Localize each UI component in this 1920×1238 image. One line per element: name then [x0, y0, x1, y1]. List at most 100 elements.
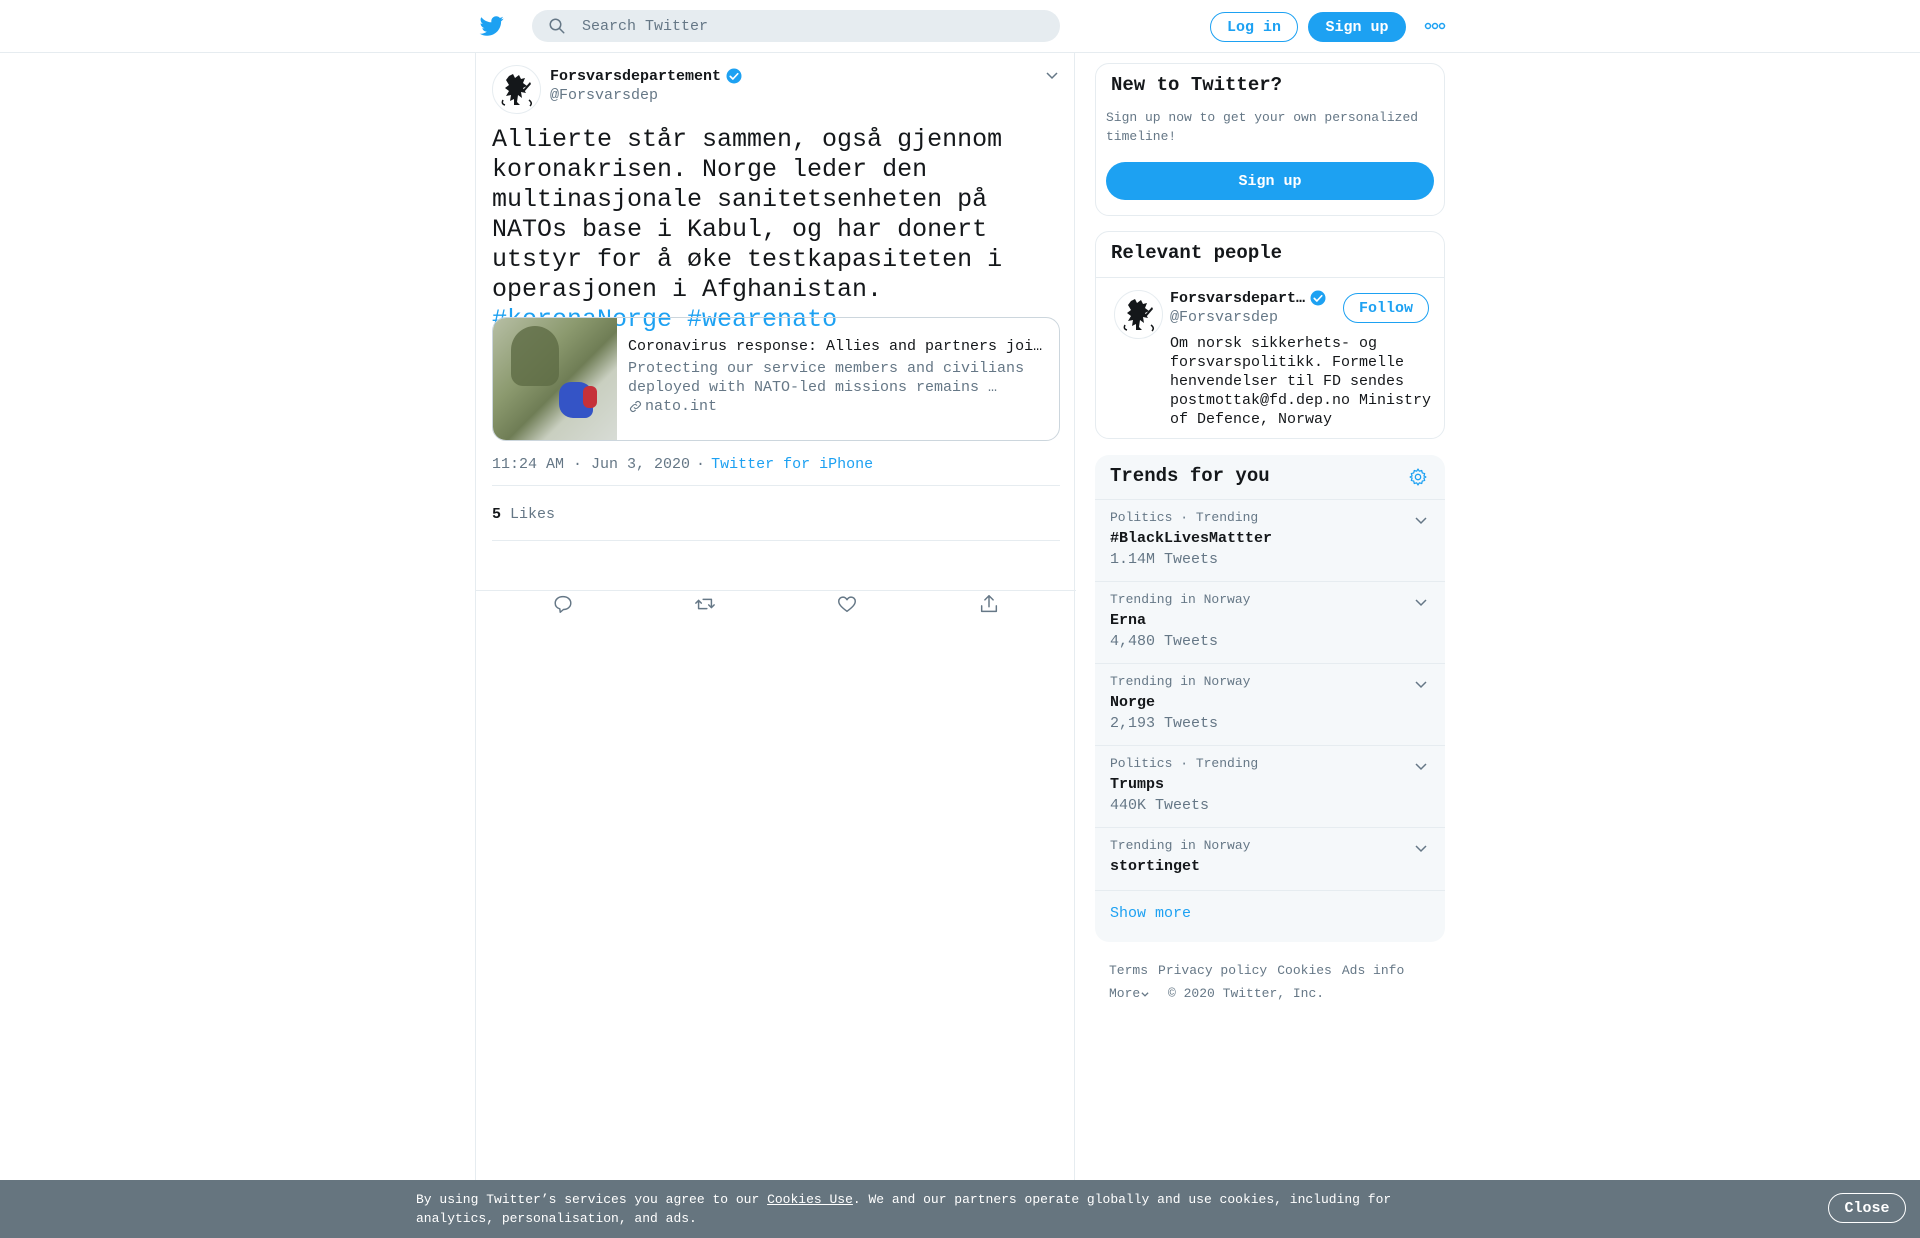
likes-count[interactable]: 5 Likes [492, 506, 555, 523]
author-handle[interactable]: @Forsvarsdep [550, 87, 658, 104]
person-name-text: Forsvarsdepart… [1170, 289, 1306, 307]
image-detail [511, 326, 559, 386]
trends-header: Trends for you [1095, 455, 1445, 500]
trend-context: Politics · Trending [1110, 510, 1259, 525]
search-bar[interactable] [532, 10, 1060, 42]
trend-context: Politics · Trending [1110, 756, 1259, 771]
chevron-down-icon[interactable] [1413, 594, 1429, 610]
tweet-body: Allierte står sammen, også gjennom koron… [492, 125, 1003, 304]
trend-context: Trending in Norway [1110, 838, 1251, 853]
trend-name: #BlackLivesMattter [1110, 530, 1273, 547]
trend-context: Trending in Norway [1110, 674, 1251, 689]
likes-label: Likes [510, 506, 556, 523]
chevron-down-icon[interactable] [1413, 840, 1429, 856]
tweet-column: Forsvarsdepartement @Forsvarsdep Alliert… [475, 53, 1076, 1238]
settings-gear-icon[interactable] [1408, 467, 1428, 487]
divider [492, 540, 1060, 541]
footer-link-ads[interactable]: Ads info [1342, 963, 1404, 978]
follow-button[interactable]: Follow [1343, 293, 1429, 323]
card-title: Coronavirus response: Allies and partner… [628, 338, 1043, 355]
tweet-meta: 11:24 AM · Jun 3, 2020 · Twitter for iPh… [492, 456, 873, 473]
more-dots-icon[interactable] [1424, 18, 1446, 34]
trend-context: Trending in Norway [1110, 592, 1251, 607]
top-bar: Log in Sign up [0, 0, 1920, 53]
divider [492, 485, 1060, 486]
verified-badge-icon [1310, 290, 1326, 306]
trend-name: Norge [1110, 694, 1156, 711]
share-icon[interactable] [978, 593, 1000, 615]
trend-name: Erna [1110, 612, 1147, 629]
author-name-text: Forsvarsdepartement [550, 67, 722, 85]
tweet-text: Allierte står sammen, også gjennom koron… [492, 125, 1062, 335]
new-to-twitter-description: Sign up now to get your own personalized… [1106, 110, 1419, 144]
divider [1096, 277, 1444, 278]
card-thumbnail [493, 318, 617, 440]
trend-name: stortinget [1110, 858, 1201, 875]
chevron-down-icon[interactable] [1413, 512, 1429, 528]
divider [476, 590, 1076, 591]
trend-item[interactable]: Trending in Norway Erna 4,480 Tweets [1095, 582, 1445, 664]
footer-link-privacy[interactable]: Privacy policy [1158, 963, 1267, 978]
signup-button[interactable]: Sign up [1308, 12, 1406, 42]
cookie-text-before: By using Twitter’s services you agree to… [416, 1192, 768, 1207]
show-more-link[interactable]: Show more [1095, 891, 1445, 941]
chevron-down-icon[interactable] [1044, 67, 1060, 83]
card-domain: nato.int [628, 398, 1047, 415]
trend-item[interactable]: Politics · Trending #BlackLivesMattter 1… [1095, 500, 1445, 582]
retweet-icon[interactable] [694, 593, 716, 615]
footer-link-terms[interactable]: Terms [1109, 963, 1148, 978]
trend-count: 1.14M Tweets [1110, 551, 1219, 568]
link-icon [630, 401, 641, 412]
footer-more-link[interactable]: More [1109, 986, 1150, 1001]
trend-name: Trumps [1110, 776, 1165, 793]
link-card[interactable]: Coronavirus response: Allies and partner… [492, 317, 1060, 441]
card-domain-text: nato.int [645, 398, 718, 415]
search-input[interactable] [582, 17, 1022, 35]
relevant-people-title: Relevant people [1111, 242, 1283, 264]
new-to-twitter-box: New to Twitter? Sign up now to get your … [1095, 63, 1445, 216]
lion-crest-icon [1123, 298, 1154, 332]
trend-item[interactable]: Politics · Trending Trumps 440K Tweets [1095, 746, 1445, 828]
likes-number: 5 [492, 506, 502, 523]
trends-box: Trends for you Politics · Trending #Blac… [1095, 455, 1445, 942]
trend-count: 440K Tweets [1110, 797, 1210, 814]
chevron-down-icon [1141, 991, 1149, 997]
close-button[interactable]: Close [1828, 1193, 1906, 1223]
trends-title: Trends for you [1110, 465, 1270, 487]
author-avatar[interactable] [492, 65, 541, 114]
card-body: Coronavirus response: Allies and partner… [617, 318, 1059, 440]
trend-count: 2,193 Tweets [1110, 715, 1219, 732]
trend-count: 4,480 Tweets [1110, 633, 1219, 650]
show-more-label: Show more [1110, 905, 1192, 922]
tweet-actions [492, 593, 1060, 615]
footer-more-label: More [1109, 986, 1141, 1001]
chevron-down-icon[interactable] [1413, 676, 1429, 692]
trend-item[interactable]: Trending in Norway Norge 2,193 Tweets [1095, 664, 1445, 746]
like-icon[interactable] [836, 593, 858, 615]
cookies-use-link[interactable]: Cookies Use [767, 1192, 853, 1207]
person-bio: Om norsk sikkerhets- og forsvarspolitikk… [1170, 335, 1432, 428]
card-description: Protecting our service members and civil… [628, 360, 1025, 396]
sidebar-signup-button[interactable]: Sign up [1106, 162, 1434, 200]
cookie-banner: By using Twitter’s services you agree to… [0, 1180, 1920, 1238]
relevant-people-box: Relevant people Forsvarsdepart… @Forsvar… [1095, 231, 1445, 439]
chevron-down-icon[interactable] [1413, 758, 1429, 774]
person-handle[interactable]: @Forsvarsdep [1170, 309, 1278, 326]
person-name[interactable]: Forsvarsdepart… [1170, 289, 1327, 307]
trend-item[interactable]: Trending in Norway stortinget [1095, 828, 1445, 891]
footer-link-cookies[interactable]: Cookies [1277, 963, 1332, 978]
tweet-source[interactable]: Twitter for iPhone [711, 456, 873, 473]
image-detail [583, 386, 597, 408]
verified-badge-icon [726, 68, 742, 84]
footer-links: Terms Privacy policy Cookies Ads info More … [1109, 959, 1439, 1005]
reply-icon[interactable] [552, 593, 574, 615]
new-to-twitter-title: New to Twitter? [1111, 74, 1283, 96]
lion-crest-icon [501, 73, 532, 107]
meta-separator: · [696, 456, 706, 473]
twitter-logo-icon[interactable] [479, 14, 505, 38]
tweet-timestamp[interactable]: 11:24 AM · Jun 3, 2020 [492, 456, 690, 473]
author-name[interactable]: Forsvarsdepartement [550, 67, 743, 85]
login-button[interactable]: Log in [1210, 12, 1298, 42]
search-icon [549, 18, 565, 34]
person-avatar[interactable] [1114, 290, 1163, 339]
